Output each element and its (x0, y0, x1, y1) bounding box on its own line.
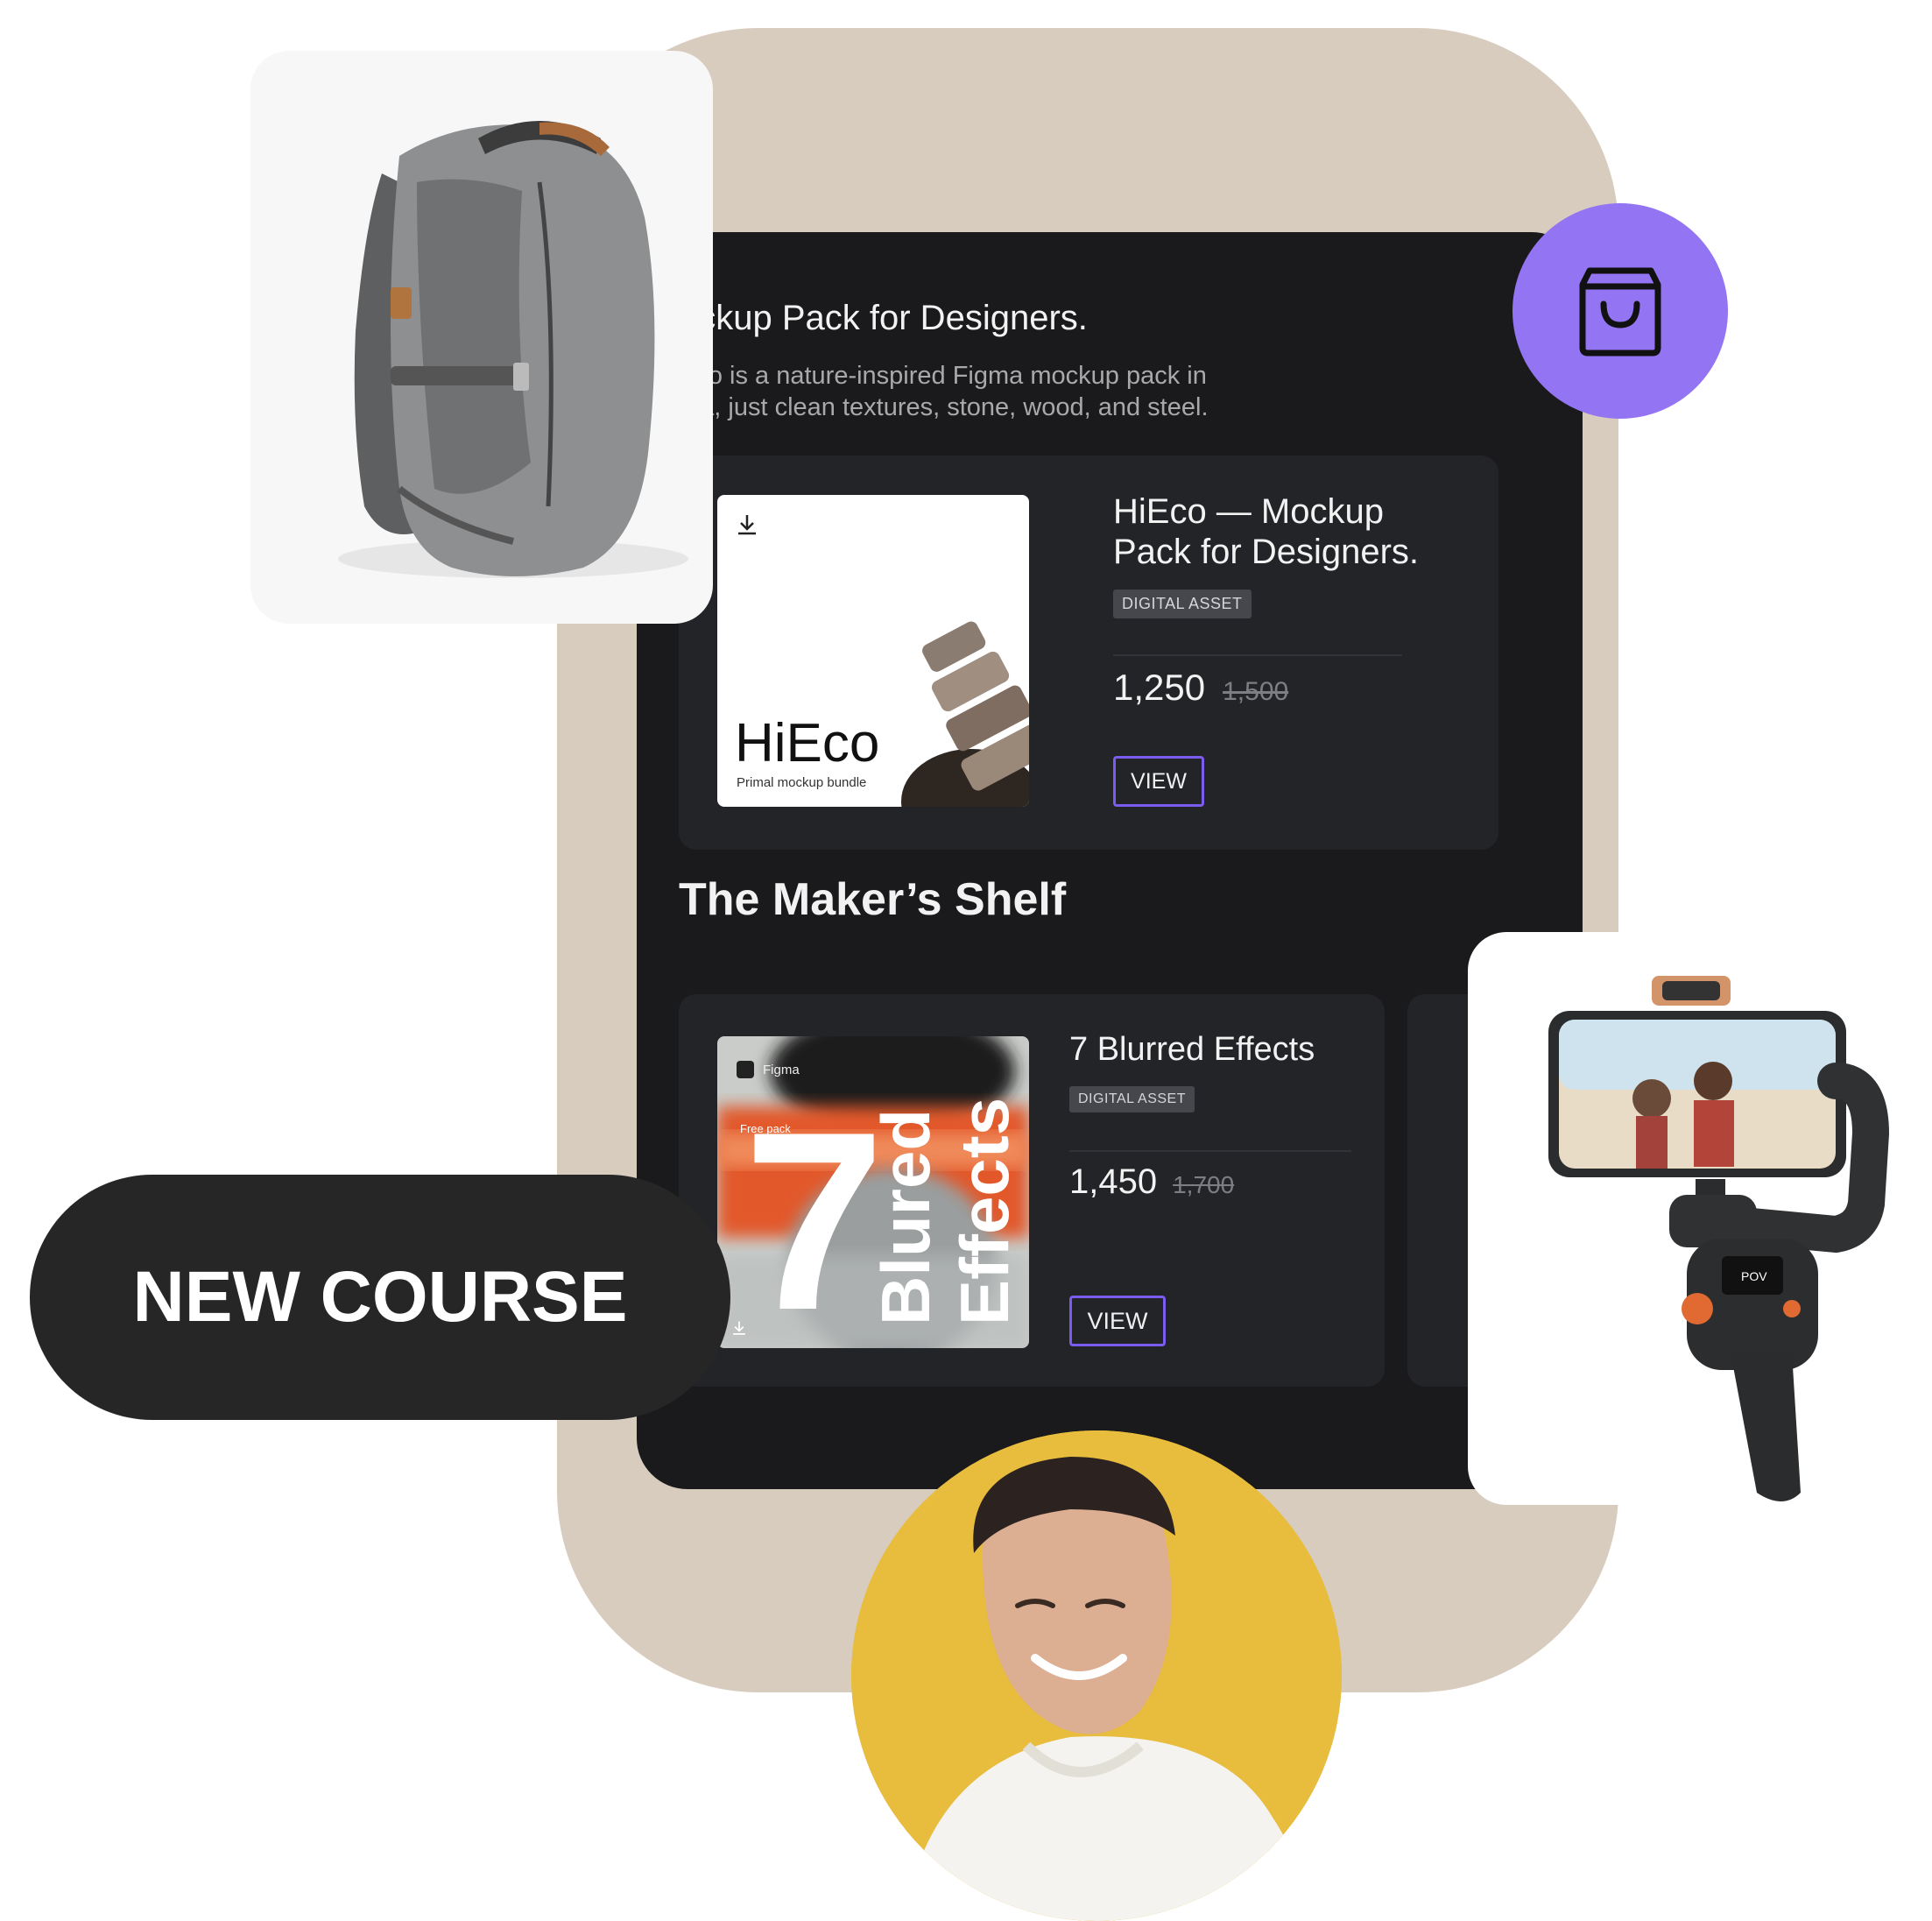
gimbal-photo-card: POV (1468, 932, 1932, 1505)
featured-divider (1113, 654, 1402, 656)
thumbnail-number: 7 (744, 1079, 885, 1348)
cart-button[interactable] (1512, 203, 1728, 419)
download-icon[interactable] (730, 1318, 749, 1338)
shelf-old-price: 1,700 (1173, 1171, 1235, 1198)
new-course-badge[interactable]: NEW COURSE (30, 1175, 730, 1420)
thumbnail-app: Figma (763, 1063, 800, 1077)
thumbnail-brand: HiEco (735, 713, 880, 773)
thumbnail-word2: Effects (946, 1097, 1023, 1325)
featured-old-price: 1,500 (1223, 677, 1289, 706)
featured-price-row: 1,250 1,500 (1113, 667, 1288, 709)
shelf-price-row: 1,450 1,700 (1069, 1162, 1234, 1202)
figma-logo-icon (737, 1061, 754, 1078)
download-icon[interactable] (733, 511, 761, 539)
shelf-product-title[interactable]: 7 Blurred Effects (1069, 1029, 1315, 1070)
hieco-thumbnail[interactable]: HiEco Primal mockup bundle (717, 495, 1029, 807)
shelf-title: The Maker’s Shelf (679, 874, 1067, 925)
smiling-man-image (851, 1430, 1342, 1921)
stone-stack-image (901, 621, 1029, 807)
featured-product-tag: DIGITAL ASSET (1113, 590, 1252, 618)
shopping-bag-icon (1579, 267, 1661, 357)
gimbal-mode-label: POV (1741, 1269, 1767, 1283)
featured-price: 1,250 (1113, 667, 1206, 708)
screen-description: Eco is a nature-inspired Figma mockup pa… (679, 362, 1209, 421)
backpack-image (338, 121, 688, 578)
title-line-2: Pack for Designers. (1113, 533, 1420, 571)
thumbnail-word1: Blured (867, 1108, 944, 1325)
title-line-1: HiEco — Mockup (1113, 492, 1384, 531)
shelf-divider (1069, 1150, 1351, 1152)
blurred-effects-thumbnail[interactable]: Figma Free pack 7 Blured Effects (717, 1036, 1029, 1348)
thumbnail-subtitle: Primal mockup bundle (737, 775, 867, 790)
instructor-photo (851, 1430, 1342, 1921)
store-screen: ockup Pack for Designers. Eco is a natur… (637, 232, 1583, 1489)
backpack-photo-card (250, 51, 713, 624)
featured-view-button[interactable]: VIEW (1113, 756, 1204, 807)
shelf-view-button[interactable]: VIEW (1069, 1296, 1166, 1346)
phone-gimbal-image: POV (1548, 976, 1890, 1501)
screen-title: ockup Pack for Designers. (679, 299, 1088, 337)
featured-product-title[interactable]: HiEco — Mockup Pack for Designers. (1113, 491, 1419, 572)
shelf-product-tag: DIGITAL ASSET (1069, 1086, 1195, 1112)
shelf-price: 1,450 (1069, 1162, 1158, 1201)
